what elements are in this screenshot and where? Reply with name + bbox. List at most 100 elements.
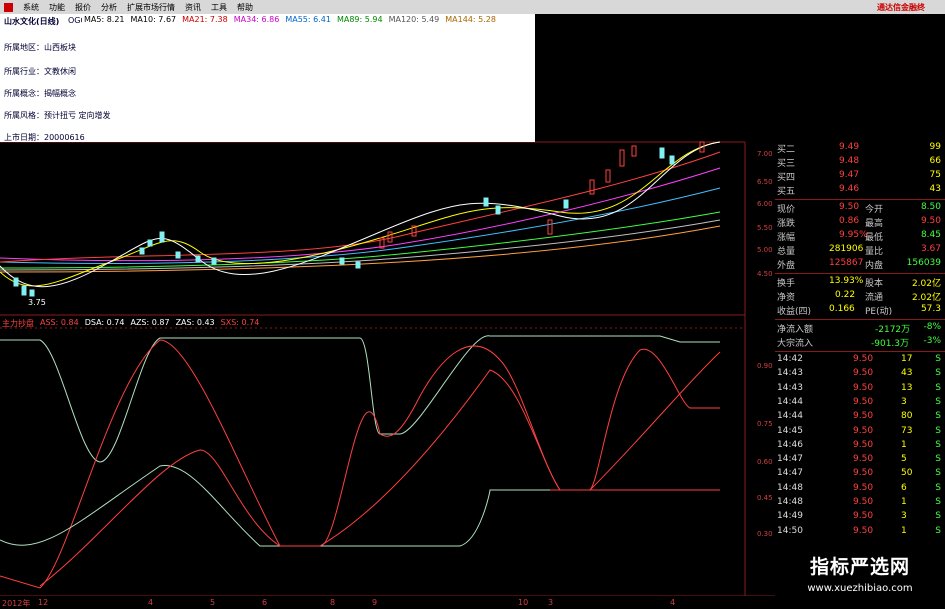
- candlesticks: [13, 147, 675, 297]
- quote-panel: 买二 9.49 99 买三 9.48 66 买四 9.47 75 买五 9.46…: [775, 142, 945, 547]
- tick-volume: 1: [901, 497, 907, 507]
- indicator-axis-045: 0.45: [757, 494, 773, 502]
- tick-row: 14:44 9.50 80 S: [775, 411, 945, 425]
- quote-divider: [775, 319, 945, 320]
- stat-label: 涨幅: [777, 233, 796, 243]
- bid-volume: 75: [929, 170, 941, 180]
- tick-row: 14:42 9.50 17 S: [775, 354, 945, 368]
- tick-volume: 3: [901, 511, 907, 522]
- tick-price: 9.50: [853, 525, 874, 536]
- bid-volume: 66: [929, 156, 941, 166]
- tick-time: 14:42: [777, 354, 803, 364]
- stat-row: 净资 0.22 流通 2.02亿: [775, 290, 945, 304]
- stat-value: 3.67: [920, 244, 941, 254]
- tick-time: 14:46: [777, 439, 803, 450]
- bid-row-4: 买四 9.47 75: [775, 170, 945, 184]
- ma10-label: MA10: 7.67: [130, 15, 177, 24]
- ma-line-34: [0, 167, 721, 262]
- tick-direction: S: [935, 454, 941, 465]
- tick-price: 9.50: [853, 354, 874, 364]
- price-axis-650: 6.50: [757, 178, 773, 186]
- tick-price: 9.50: [853, 482, 874, 493]
- stat-label: 现价: [777, 205, 796, 215]
- candlesticks-red: [379, 141, 705, 249]
- stat-label: 总量: [777, 247, 796, 257]
- stat-value: 2.02亿: [911, 293, 941, 303]
- tick-time: 14:47: [777, 454, 803, 465]
- stat-value: 8.45: [920, 230, 941, 240]
- date-label: 4: [148, 598, 154, 607]
- indicator-line-sxs: [39, 351, 721, 587]
- tick-time: 14:48: [777, 497, 803, 507]
- tick-volume: 13: [901, 382, 913, 393]
- tick-volume: 50: [901, 468, 913, 479]
- ma89-label: MA89: 5.94: [336, 15, 383, 24]
- bid-row-5: 买五 9.46 43: [775, 184, 945, 198]
- price-axis-600: 6.00: [757, 200, 773, 208]
- bid-price: 9.47: [839, 170, 860, 180]
- tick-direction: S: [935, 411, 941, 422]
- watermark-url: www.xuezhibiao.com: [807, 583, 913, 594]
- info-style: 所属风格：预计扭亏 定向增发: [4, 111, 111, 120]
- tick-price: 9.50: [853, 511, 874, 522]
- tick-volume: 80: [901, 411, 913, 422]
- indicator-readout: 主力抄盘 ASS: 0.84 DSA: 0.74 AZS: 0.87 ZAS: …: [2, 318, 259, 329]
- stat-value: 13.93%: [829, 276, 864, 286]
- bid-price: 9.49: [839, 142, 860, 152]
- tick-row: 14:47 9.50 50 S: [775, 468, 945, 482]
- tick-price: 9.50: [853, 439, 874, 450]
- indicator-axis-075: 0.75: [757, 420, 773, 428]
- stat-value: 0.86: [839, 216, 860, 226]
- tick-direction: S: [935, 439, 941, 450]
- bid-label: 买二: [777, 145, 796, 155]
- indicator-line-azs: [0, 335, 720, 463]
- stat-value: 0.166: [829, 304, 855, 314]
- tick-direction: S: [935, 368, 941, 379]
- stat-value: 125867: [829, 258, 864, 268]
- stat-value: 156039: [906, 258, 941, 268]
- tick-direction: S: [935, 396, 941, 407]
- stat-label: 股本: [865, 279, 884, 289]
- tick-row: 14:49 9.50 3 S: [775, 511, 945, 525]
- tick-price: 9.50: [853, 396, 874, 407]
- tick-price: 9.50: [853, 497, 874, 507]
- tick-direction: S: [935, 382, 941, 393]
- flow-row: 净流入额 -2172万 -8%: [775, 322, 945, 336]
- date-label: 6: [262, 598, 268, 607]
- stat-label: 换手: [777, 279, 796, 289]
- flow-label: 大宗流入: [777, 339, 814, 349]
- stat-label: 最低: [865, 233, 884, 243]
- tick-price: 9.50: [853, 468, 874, 479]
- stat-label: 涨跌: [777, 219, 796, 229]
- date-label: 9: [372, 598, 378, 607]
- watermark-title: 指标严选网: [809, 556, 910, 578]
- indicator-title[interactable]: 主力抄盘: [2, 318, 34, 329]
- flow-pct: -8%: [923, 322, 941, 332]
- price-axis-550: 5.50: [757, 224, 773, 232]
- date-label: 5: [210, 598, 216, 607]
- flow-row: 大宗流入 -901.3万 -3%: [775, 336, 945, 350]
- tick-direction: S: [935, 468, 941, 479]
- stat-row: 涨跌 0.86 最高 9.50: [775, 216, 945, 230]
- tick-volume: 43: [901, 368, 913, 379]
- tick-price: 9.50: [853, 411, 874, 422]
- tick-direction: S: [935, 497, 941, 507]
- stat-value: 8.50: [920, 202, 941, 212]
- flow-label: 净流入额: [777, 325, 814, 335]
- date-label: 4: [670, 598, 676, 607]
- stat-row: 涨幅 9.95% 最低 8.45: [775, 230, 945, 244]
- indicator-dsa: DSA: 0.74: [84, 318, 125, 327]
- date-label: 12: [38, 598, 49, 607]
- tick-time: 14:44: [777, 411, 803, 422]
- stock-title: 山水文化(日线): [4, 17, 60, 26]
- indicator-line-zas: [0, 465, 720, 547]
- ma144-label: MA144: 5.28: [445, 15, 496, 24]
- tick-time: 14:47: [777, 468, 803, 479]
- quote-divider: [775, 199, 945, 200]
- price-axis-700: 7.00: [757, 150, 773, 158]
- ma21-label: MA21: 7.38: [182, 15, 228, 24]
- tick-volume: 3: [901, 396, 907, 407]
- info-region: 所属地区：山西板块: [4, 43, 76, 52]
- tick-time: 14:45: [777, 425, 803, 436]
- tick-price: 9.50: [853, 382, 874, 393]
